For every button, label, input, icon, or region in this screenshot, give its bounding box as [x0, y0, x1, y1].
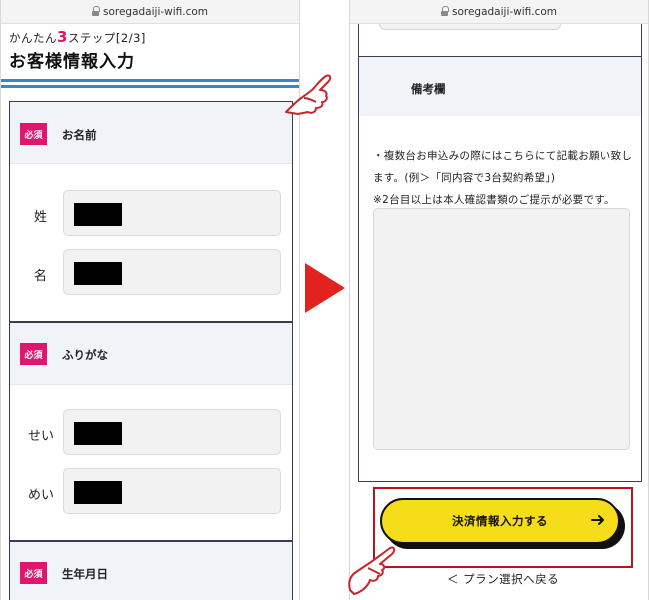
remarks-note: ・複数台お申込みの際にはこちらにて記載お願い致します。(例＞「同内容で3台契約希…	[373, 145, 635, 211]
section-title-remarks: 備考欄	[411, 82, 446, 96]
last-name-input[interactable]	[63, 190, 281, 236]
pointing-hand-icon	[348, 546, 396, 595]
field-label-mei: めい	[28, 488, 55, 503]
step-prefix: かんたん	[9, 31, 57, 45]
section-header-birthday: 必須 生年月日	[10, 542, 292, 600]
redacted-value	[74, 203, 122, 226]
proceed-to-payment-button[interactable]: 決済情報入力する	[380, 498, 620, 544]
pointing-hand-icon	[285, 74, 332, 115]
title-underline-top	[1, 79, 299, 82]
field-label-last-name: 姓	[34, 210, 48, 225]
required-badge: 必須	[20, 562, 47, 584]
field-label-first-name: 名	[34, 269, 48, 284]
first-name-input[interactable]	[63, 249, 281, 295]
step-number: 3	[57, 28, 68, 46]
section-header-name: 必須 お名前	[10, 102, 292, 164]
url-bar[interactable]: soregadaiji-wifi.com	[350, 0, 648, 24]
required-badge: 必須	[20, 343, 47, 365]
lock-icon	[440, 5, 449, 17]
remarks-form: 備考欄 ・複数台お申込みの際にはこちらにて記載お願い致します。(例＞「同内容で3…	[358, 0, 642, 482]
remarks-textarea[interactable]	[373, 208, 630, 450]
url-text: soregadaiji-wifi.com	[102, 5, 209, 18]
title-underline-bottom	[1, 85, 299, 88]
section-title-birthday: 生年月日	[62, 567, 108, 581]
section-title-furigana: ふりがな	[62, 348, 108, 362]
left-phone-screen: soregadaiji-wifi.com かんたん3ステップ[2/3] お客様情…	[0, 0, 300, 600]
redacted-value	[74, 262, 122, 285]
remarks-note-line1: ・複数台お申込みの際にはこちらにて記載お願い致します。(例＞「同内容で3台契約希…	[373, 150, 633, 184]
url-bar[interactable]: soregadaiji-wifi.com	[1, 0, 299, 24]
proceed-button-label: 決済情報入力する	[452, 514, 548, 528]
redacted-value	[74, 481, 122, 504]
customer-form: 必須 お名前 姓 名 必須 ふりがな せい めい 必須 生年月日	[9, 101, 293, 600]
section-header-furigana: 必須 ふりがな	[10, 323, 292, 385]
next-step-arrow-icon	[305, 263, 345, 313]
sei-input[interactable]	[63, 409, 281, 455]
section-title-name: お名前	[62, 128, 97, 142]
field-label-sei: せい	[28, 429, 55, 444]
page-title: お客様情報入力	[9, 52, 135, 72]
section-header-remarks: 備考欄	[359, 56, 641, 116]
arrow-right-icon	[591, 515, 604, 525]
step-suffix: ステップ[2/3]	[67, 31, 146, 45]
back-to-plan-link[interactable]: ＜ プラン選択へ戻る	[447, 571, 559, 587]
url-text: soregadaiji-wifi.com	[451, 5, 558, 18]
redacted-value	[74, 422, 122, 445]
step-label: かんたん3ステップ[2/3]	[9, 28, 146, 46]
lock-icon	[91, 5, 100, 17]
mei-input[interactable]	[63, 468, 281, 514]
required-badge: 必須	[20, 123, 47, 145]
